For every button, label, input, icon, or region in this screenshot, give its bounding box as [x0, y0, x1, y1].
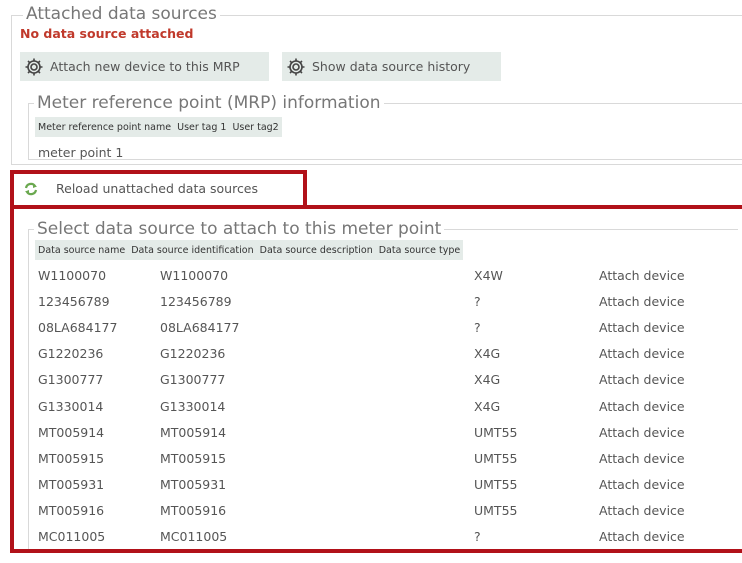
- data-source-identification-cell: MT005916: [160, 502, 227, 518]
- table-row: G1300777 G1300777 X4G Attach device: [0, 372, 742, 398]
- table-row: 123456789 123456789? Attach device: [0, 294, 742, 320]
- attach-device-link[interactable]: Attach device: [599, 268, 685, 283]
- data-source-identification-cell: 123456789: [160, 294, 232, 310]
- attach-device-link[interactable]: Attach device: [599, 529, 685, 544]
- data-source-type-cell: UMT55: [474, 450, 518, 466]
- data-source-type-cell: UMT55: [474, 476, 518, 492]
- mrp-name-value: meter point 1: [38, 145, 124, 160]
- attached-data-sources-legend: Attached data sources: [23, 5, 220, 23]
- data-source-type-cell: X4G: [474, 346, 501, 362]
- attach-device-link[interactable]: Attach device: [599, 399, 685, 414]
- data-source-name-cell: G1220236: [38, 346, 104, 362]
- data-source-identification-cell: MT005915: [160, 450, 227, 466]
- attach-new-device-label: Attach new device to this MRP: [50, 59, 240, 74]
- data-source-name-cell: MC011005: [38, 529, 106, 544]
- data-source-name-cell: G1300777: [38, 372, 104, 388]
- attach-device-link[interactable]: Attach device: [599, 346, 685, 361]
- data-source-identification-cell: MT005914: [160, 424, 227, 440]
- attach-device-link[interactable]: Attach device: [599, 425, 685, 440]
- attach-device-link[interactable]: Attach device: [599, 372, 685, 387]
- table-row: MT005914 MT005914 UMT55 Attach device: [0, 425, 742, 451]
- attach-device-link[interactable]: Attach device: [599, 503, 685, 518]
- data-source-type-cell: ?: [474, 294, 481, 310]
- data-source-type-cell: X4G: [474, 372, 501, 388]
- mrp-col-tag1-header: User tag 1: [177, 121, 227, 133]
- col-data-source-name-header: Data source name: [38, 244, 126, 256]
- data-source-name-cell: W1100070: [38, 268, 107, 283]
- data-source-type-cell: ?: [474, 529, 481, 544]
- data-source-identification-cell: 08LA684177: [160, 320, 240, 336]
- data-source-identification-cell: MC011005: [160, 529, 228, 544]
- data-source-name-cell: G1330014: [38, 398, 104, 414]
- data-source-name-cell: MT005931: [38, 476, 105, 492]
- data-source-type-cell: UMT55: [474, 502, 518, 518]
- data-source-name-cell: 08LA684177: [38, 320, 118, 336]
- data-source-identification-cell: MT005931: [160, 476, 227, 492]
- table-row: MT005931 MT005931 UMT55 Attach device: [0, 477, 742, 503]
- table-row: MT005915 MT005915 UMT55 Attach device: [0, 451, 742, 477]
- table-row: MC011005 MC011005? Attach device: [0, 529, 742, 555]
- mrp-info-legend: Meter reference point (MRP) information: [34, 94, 384, 112]
- show-data-source-history-label: Show data source history: [312, 59, 471, 74]
- data-source-name-cell: MT005915: [38, 450, 105, 466]
- reload-label: Reload unattached data sources: [56, 181, 259, 196]
- attach-device-link[interactable]: Attach device: [599, 320, 685, 335]
- data-source-identification-cell: G1220236: [160, 346, 226, 362]
- col-data-source-description-header: Data source description: [259, 244, 373, 256]
- data-source-identification-cell: G1330014: [160, 398, 226, 414]
- mrp-table-header: Meter reference point name User tag 1 Us…: [35, 117, 282, 137]
- data-source-type-cell: X4G: [474, 398, 501, 414]
- no-data-source-status: No data source attached: [20, 26, 194, 41]
- data-source-identification-cell: W1100070: [160, 268, 229, 283]
- table-row: G1220236 G1220236 X4G Attach device: [0, 346, 742, 372]
- refresh-icon: [24, 182, 38, 195]
- mrp-col-tag2-header: User tag2: [232, 121, 279, 133]
- data-source-name-cell: MT005916: [38, 502, 105, 518]
- gear-icon: [25, 58, 43, 75]
- mrp-col-name-header: Meter reference point name: [38, 121, 172, 133]
- table-row: MT005916 MT005916 UMT55 Attach device: [0, 503, 742, 529]
- data-source-type-cell: X4W: [474, 268, 503, 283]
- data-source-table-header: Data source name Data source identificat…: [35, 240, 464, 260]
- show-data-source-history-button[interactable]: Show data source history: [282, 52, 501, 81]
- data-source-type-cell: ?: [474, 320, 481, 336]
- table-row: W1100070 W1100070 X4W Attach device: [0, 268, 742, 294]
- gear-icon: [287, 58, 305, 75]
- data-source-name-cell: MT005914: [38, 424, 105, 440]
- attach-device-link[interactable]: Attach device: [599, 451, 685, 466]
- data-source-name-cell: 123456789: [38, 294, 110, 310]
- attach-device-link[interactable]: Attach device: [599, 477, 685, 492]
- data-source-type-cell: UMT55: [474, 424, 518, 440]
- table-row: G1330014 G1330014 X4G Attach device: [0, 399, 742, 425]
- attach-new-device-button[interactable]: Attach new device to this MRP: [20, 52, 269, 81]
- select-data-source-legend: Select data source to attach to this met…: [34, 220, 445, 238]
- attach-device-link[interactable]: Attach device: [599, 294, 685, 309]
- col-data-source-identification-header: Data source identification: [131, 244, 254, 256]
- col-data-source-type-header: Data source type: [378, 244, 461, 256]
- reload-unattached-button[interactable]: Reload unattached data sources: [24, 181, 258, 196]
- data-source-identification-cell: G1300777: [160, 372, 226, 388]
- table-row: 08LA684177 08LA684177? Attach device: [0, 320, 742, 346]
